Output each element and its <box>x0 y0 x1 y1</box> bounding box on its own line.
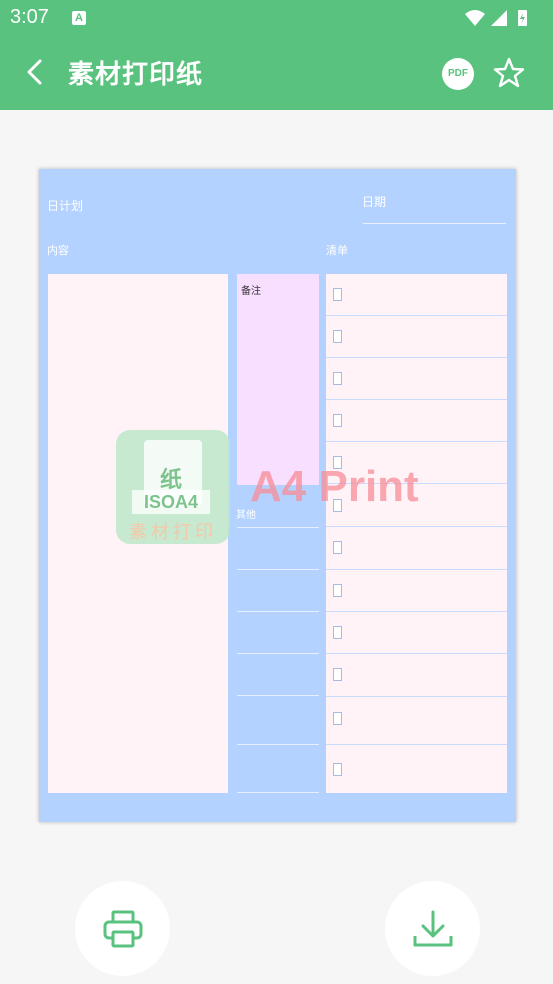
checklist-row <box>326 570 507 612</box>
download-icon <box>413 910 453 947</box>
status-icons <box>463 8 543 28</box>
other-line <box>237 653 319 654</box>
other-line <box>237 792 319 793</box>
daily-plan-label: 日计划 <box>47 199 84 213</box>
checkbox-icon <box>333 288 342 301</box>
date-line <box>363 223 506 224</box>
printer-icon <box>103 910 143 948</box>
app-bar: 素材打印纸 PDF <box>0 36 553 110</box>
notes-label: 备注 <box>241 286 261 297</box>
checkbox-icon <box>333 626 342 639</box>
status-bar: 3:07 A <box>0 0 553 36</box>
checklist-row <box>326 745 507 793</box>
checkbox-icon <box>333 372 342 385</box>
star-icon <box>493 57 525 88</box>
checklist-row <box>326 697 507 745</box>
checkbox-icon <box>333 414 342 427</box>
checklist-row <box>326 527 507 570</box>
other-line <box>237 744 319 745</box>
checklist-label: 清单 <box>326 244 348 257</box>
other-line <box>237 611 319 612</box>
logo-text: ISOA4 <box>132 490 210 514</box>
download-button[interactable] <box>385 881 480 976</box>
checkbox-icon <box>333 584 342 597</box>
other-line <box>237 695 319 696</box>
checklist-row <box>326 400 507 442</box>
chevron-left-icon <box>27 59 42 85</box>
notification-icon: A <box>72 11 86 25</box>
checklist-box <box>326 274 507 793</box>
checkbox-icon <box>333 763 342 776</box>
logo-subtitle: 素材打印 <box>129 522 217 543</box>
checkbox-icon <box>333 712 342 725</box>
other-line <box>237 569 319 570</box>
content-label: 内容 <box>47 244 69 257</box>
signal-icon <box>491 10 507 26</box>
checklist-row <box>326 612 507 654</box>
print-button[interactable] <box>75 881 170 976</box>
back-button[interactable] <box>20 56 52 88</box>
status-time: 3:07 <box>10 6 49 28</box>
page-title: 素材打印纸 <box>68 60 204 90</box>
notes-box <box>237 274 319 485</box>
checkbox-icon <box>333 668 342 681</box>
checklist-row <box>326 316 507 358</box>
other-line <box>237 527 319 528</box>
checklist-row <box>326 274 507 316</box>
checkbox-icon <box>333 541 342 554</box>
watermark-logo: 纸 ISOA4 素材打印 <box>116 430 230 544</box>
watermark-text: A4 Print <box>250 462 419 511</box>
date-label: 日期 <box>362 195 387 209</box>
favorite-button[interactable] <box>492 56 526 90</box>
pdf-button[interactable]: PDF <box>442 58 474 90</box>
wifi-icon <box>465 10 485 26</box>
checkbox-icon <box>333 330 342 343</box>
other-lines <box>237 485 319 793</box>
checklist-row <box>326 654 507 697</box>
checklist-row <box>326 358 507 400</box>
